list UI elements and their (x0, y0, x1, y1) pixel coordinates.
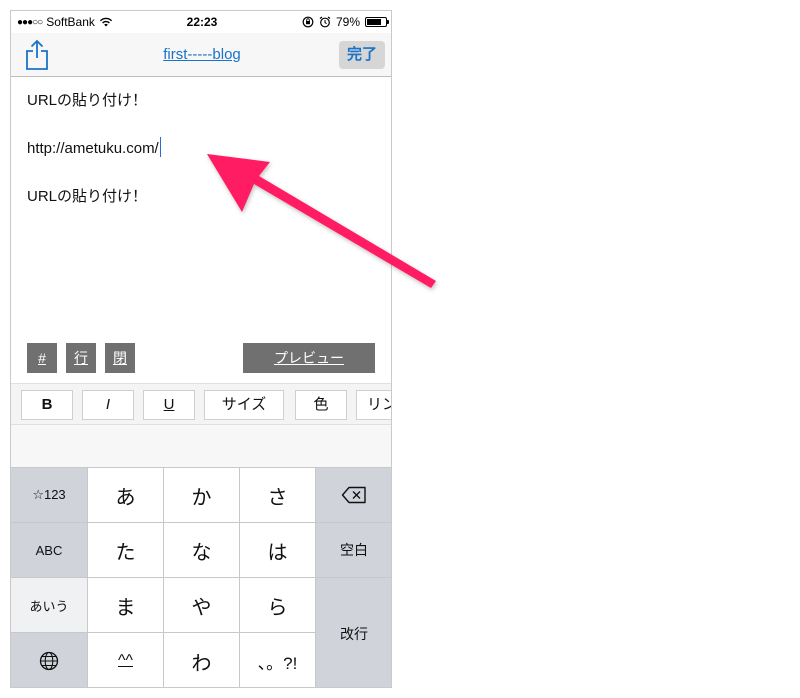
key-ra[interactable]: ら (240, 578, 316, 633)
editor-line-1: URLの貼り付け！ (27, 92, 148, 109)
alarm-icon (319, 16, 331, 28)
globe-key[interactable] (11, 633, 88, 687)
key-ya[interactable]: や (164, 578, 240, 633)
hashtag-button[interactable]: # (27, 343, 57, 373)
backspace-key[interactable] (316, 468, 391, 523)
color-button[interactable]: 色 (295, 390, 347, 420)
japanese-keyboard: ☆123 あ か さ ABC た な は 空白 あいう ま や ら 改行 ^^ … (11, 467, 391, 687)
battery-icon (365, 17, 389, 27)
key-na[interactable]: な (164, 523, 240, 578)
link-button[interactable]: リン (356, 390, 391, 420)
globe-icon (39, 651, 59, 671)
key-ma[interactable]: ま (88, 578, 164, 633)
return-key[interactable]: 改行 (316, 578, 391, 687)
editor-tool-row: # 行 閉 プレビュー (11, 343, 391, 377)
key-punctuation[interactable]: 、。?! (240, 633, 316, 687)
editor-line-3: URLの貼り付け！ (27, 188, 148, 205)
key-a[interactable]: あ (88, 468, 164, 523)
text-caret (159, 137, 162, 157)
key-sa[interactable]: さ (240, 468, 316, 523)
nav-bar: first-----blog 完了 (11, 33, 391, 77)
key-ka[interactable]: か (164, 468, 240, 523)
backspace-icon (341, 486, 366, 504)
key-ta[interactable]: た (88, 523, 164, 578)
key-numbers[interactable]: ☆123 (11, 468, 88, 523)
rotation-lock-icon (302, 16, 314, 28)
space-key[interactable]: 空白 (316, 523, 391, 578)
pasted-url: http://ametuku.com/ (27, 140, 159, 157)
text-editor[interactable]: URLの貼り付け！ http://ametuku.com/ URLの貼り付け！ (27, 89, 377, 209)
bold-button[interactable]: B (21, 390, 73, 420)
key-ha[interactable]: は (240, 523, 316, 578)
blog-title-link[interactable]: first-----blog (11, 46, 391, 63)
key-abc[interactable]: ABC (11, 523, 88, 578)
key-kaomoji[interactable]: ^^ (88, 633, 164, 687)
line-button[interactable]: 行 (66, 343, 96, 373)
done-button[interactable]: 完了 (339, 41, 385, 69)
underline-button[interactable]: U (143, 390, 195, 420)
preview-button[interactable]: プレビュー (243, 343, 375, 373)
close-button[interactable]: 閉 (105, 343, 135, 373)
format-toolbar: B I U サイズ 色 リン (11, 383, 391, 425)
phone-screen: ●●●○○ SoftBank 22:23 79% first-----blog … (10, 10, 392, 688)
key-hiragana-mode[interactable]: あいう (11, 578, 88, 633)
status-bar: ●●●○○ SoftBank 22:23 79% (11, 11, 391, 33)
italic-button[interactable]: I (82, 390, 134, 420)
key-wa[interactable]: わ (164, 633, 240, 687)
keyboard-accessory-bar (11, 425, 391, 467)
size-button[interactable]: サイズ (204, 390, 284, 420)
editor-line-2: http://ametuku.com/ (27, 137, 377, 161)
battery-percent: 79% (335, 15, 360, 29)
